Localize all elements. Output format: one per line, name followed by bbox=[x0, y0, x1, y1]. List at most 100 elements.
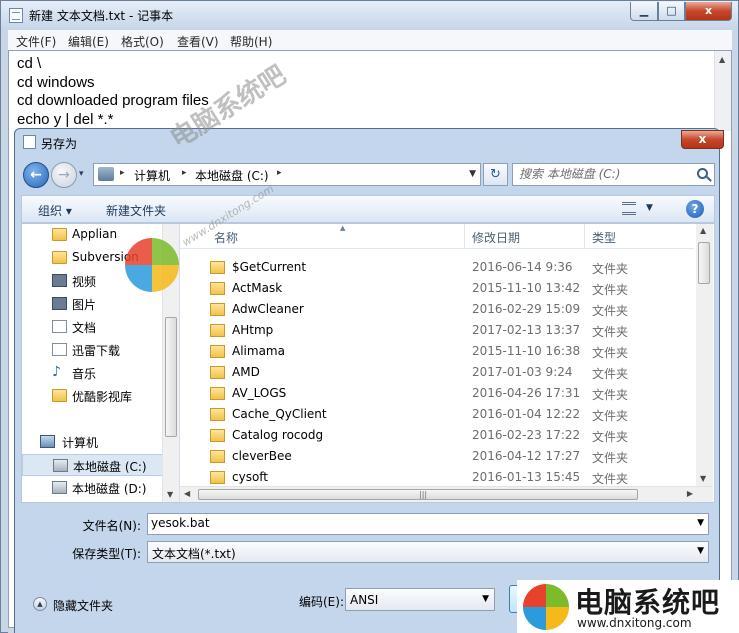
file-list-vertical-scrollbar[interactable]: ▲ ▼ bbox=[696, 224, 713, 486]
file-date: 2016-01-04 12:22 bbox=[472, 407, 581, 421]
logo-quadrant bbox=[523, 584, 546, 607]
file-row[interactable]: AdwCleaner 2016-02-29 15:09 文件夹 bbox=[180, 299, 694, 320]
filename-combobox[interactable]: ▼ bbox=[147, 513, 709, 535]
search-icon[interactable] bbox=[697, 168, 708, 179]
column-type[interactable]: 类型 bbox=[592, 229, 616, 246]
back-button[interactable]: ← bbox=[23, 162, 49, 188]
folder-icon bbox=[210, 429, 225, 442]
file-date: 2016-04-12 17:27 bbox=[472, 449, 581, 463]
column-divider[interactable] bbox=[464, 224, 465, 249]
nav-item-local-disk-d[interactable]: 本地磁盘 (D:) bbox=[22, 477, 179, 499]
scroll-right-icon[interactable]: ▶ bbox=[687, 489, 693, 498]
filename-input[interactable] bbox=[151, 516, 681, 530]
hide-folders-toggle[interactable]: ▲ bbox=[33, 597, 47, 611]
file-date: 2017-01-03 9:24 bbox=[472, 365, 573, 379]
nav-item-pictures[interactable]: 图片 bbox=[22, 293, 179, 315]
column-name[interactable]: 名称 bbox=[214, 229, 238, 246]
chevron-down-icon[interactable]: ▼ bbox=[482, 594, 489, 604]
column-divider[interactable] bbox=[584, 224, 585, 249]
scroll-up-icon[interactable]: ▲ bbox=[719, 55, 725, 64]
breadcrumb-chevron-icon[interactable]: ▸ bbox=[120, 168, 125, 178]
menu-edit[interactable]: 编辑(E) bbox=[68, 33, 109, 50]
file-list-horizontal-scrollbar[interactable]: ◀ ||| ▶ bbox=[180, 486, 713, 502]
file-row[interactable]: Catalog rocodg 2016-02-23 17:22 文件夹 bbox=[180, 425, 694, 446]
address-bar[interactable]: ▸ 计算机 ▸ 本地磁盘 (C:) ▸ ▼ bbox=[93, 163, 481, 186]
address-dropdown-icon[interactable]: ▼ bbox=[469, 169, 476, 179]
dialog-close-button[interactable]: x bbox=[681, 130, 724, 149]
file-type: 文件夹 bbox=[592, 346, 629, 360]
maximize-icon: □ bbox=[666, 4, 677, 17]
nav-item-thunder-downloads[interactable]: 迅雷下载 bbox=[22, 339, 179, 361]
recent-locations-button[interactable]: ▾ bbox=[79, 169, 84, 179]
dialog-icon bbox=[23, 135, 36, 149]
nav-item-documents[interactable]: 文档 bbox=[22, 316, 179, 338]
scroll-down-icon[interactable]: ▼ bbox=[167, 490, 173, 499]
scrollbar-thumb[interactable]: ||| bbox=[198, 489, 638, 500]
menu-help[interactable]: 帮助(H) bbox=[230, 33, 272, 50]
file-row[interactable]: cleverBee 2016-04-12 17:27 文件夹 bbox=[180, 446, 694, 467]
command-bar: 组织 ▾ 新建文件夹 ▼ ? bbox=[21, 195, 715, 223]
search-box[interactable] bbox=[512, 163, 715, 186]
menu-format[interactable]: 格式(O) bbox=[121, 33, 164, 50]
breadcrumb-local-disk-c[interactable]: 本地磁盘 (C:) bbox=[195, 167, 269, 184]
menu-file[interactable]: 文件(F) bbox=[16, 33, 56, 50]
new-folder-button[interactable]: 新建文件夹 bbox=[106, 202, 166, 219]
scroll-up-icon[interactable]: ▲ bbox=[700, 226, 706, 235]
file-type: 文件夹 bbox=[592, 472, 629, 486]
file-row[interactable]: Alimama 2015-11-10 16:38 文件夹 bbox=[180, 341, 694, 362]
column-date-modified[interactable]: 修改日期 bbox=[472, 229, 520, 246]
nav-item-local-disk-c[interactable]: 本地磁盘 (C:) bbox=[22, 454, 179, 476]
editor-scrollbar[interactable]: ▲ bbox=[714, 51, 731, 131]
forward-button[interactable]: → bbox=[51, 162, 77, 188]
hide-folders-label[interactable]: 隐藏文件夹 bbox=[53, 597, 113, 614]
maximize-button[interactable]: □ bbox=[658, 2, 685, 21]
dialog-title-bar[interactable]: 另存为 x bbox=[15, 129, 724, 155]
view-dropdown-icon[interactable]: ▼ bbox=[646, 203, 653, 213]
notepad-title-bar[interactable]: 新建 文本文档.txt - 记事本 ▁ □ x bbox=[1, 1, 738, 30]
encoding-select[interactable]: ANSI ▼ bbox=[345, 588, 495, 611]
file-name: ActMask bbox=[232, 281, 283, 295]
logo-quadrant bbox=[523, 607, 546, 630]
folder-icon bbox=[210, 471, 225, 484]
scrollbar-thumb[interactable] bbox=[698, 242, 710, 284]
folder-icon bbox=[52, 228, 67, 241]
minimize-button[interactable]: ▁ bbox=[630, 2, 658, 21]
folder-icon bbox=[210, 345, 225, 358]
nav-item-computer[interactable]: 计算机 bbox=[22, 431, 179, 453]
file-row[interactable]: ActMask 2015-11-10 13:42 文件夹 bbox=[180, 278, 694, 299]
breadcrumb-chevron-icon[interactable]: ▸ bbox=[277, 168, 282, 178]
navigation-row: ← → ▾ ▸ 计算机 ▸ 本地磁盘 (C:) ▸ ▼ ↻ bbox=[21, 161, 715, 189]
file-row[interactable]: AV_LOGS 2016-04-26 17:31 文件夹 bbox=[180, 383, 694, 404]
folder-icon bbox=[52, 251, 67, 264]
breadcrumb-chevron-icon[interactable]: ▸ bbox=[182, 168, 187, 178]
organize-button[interactable]: 组织 ▾ bbox=[38, 202, 72, 219]
logo-quadrant bbox=[546, 607, 569, 630]
menu-view[interactable]: 查看(V) bbox=[177, 33, 219, 50]
nav-item-label: 本地磁盘 (D:) bbox=[72, 482, 147, 496]
file-type: 文件夹 bbox=[592, 451, 629, 465]
scroll-left-icon[interactable]: ◀ bbox=[184, 489, 190, 498]
music-library-icon: ♪ bbox=[52, 364, 61, 380]
breadcrumb-computer[interactable]: 计算机 bbox=[134, 167, 170, 184]
file-row[interactable]: AMD 2017-01-03 9:24 文件夹 bbox=[180, 362, 694, 383]
file-row[interactable]: cysoft 2016-01-13 15:45 文件夹 bbox=[180, 467, 694, 488]
file-row[interactable]: AHtmp 2017-02-13 13:37 文件夹 bbox=[180, 320, 694, 341]
refresh-button[interactable]: ↻ bbox=[483, 163, 508, 186]
chevron-down-icon[interactable]: ▼ bbox=[697, 518, 704, 528]
help-icon[interactable]: ? bbox=[686, 200, 704, 218]
nav-item-label: 优酷影视库 bbox=[72, 390, 133, 404]
file-row[interactable]: $GetCurrent 2016-06-14 9:36 文件夹 bbox=[180, 257, 694, 278]
scroll-down-icon[interactable]: ▼ bbox=[700, 474, 706, 483]
search-input[interactable] bbox=[519, 167, 689, 181]
filetype-select[interactable]: 文本文档(*.txt) ▼ bbox=[147, 541, 709, 563]
file-date: 2015-11-10 16:38 bbox=[472, 344, 581, 358]
chevron-down-icon[interactable]: ▼ bbox=[697, 546, 704, 556]
file-type: 文件夹 bbox=[592, 388, 629, 402]
scrollbar-thumb[interactable] bbox=[165, 317, 177, 437]
nav-item-music[interactable]: ♪ 音乐 bbox=[22, 362, 179, 384]
view-options-icon[interactable] bbox=[622, 202, 636, 215]
nav-item-youku-library[interactable]: 优酷影视库 bbox=[22, 385, 179, 407]
nav-item-label: 文档 bbox=[72, 321, 97, 335]
file-row[interactable]: Cache_QyClient 2016-01-04 12:22 文件夹 bbox=[180, 404, 694, 425]
close-button[interactable]: x bbox=[685, 2, 732, 21]
